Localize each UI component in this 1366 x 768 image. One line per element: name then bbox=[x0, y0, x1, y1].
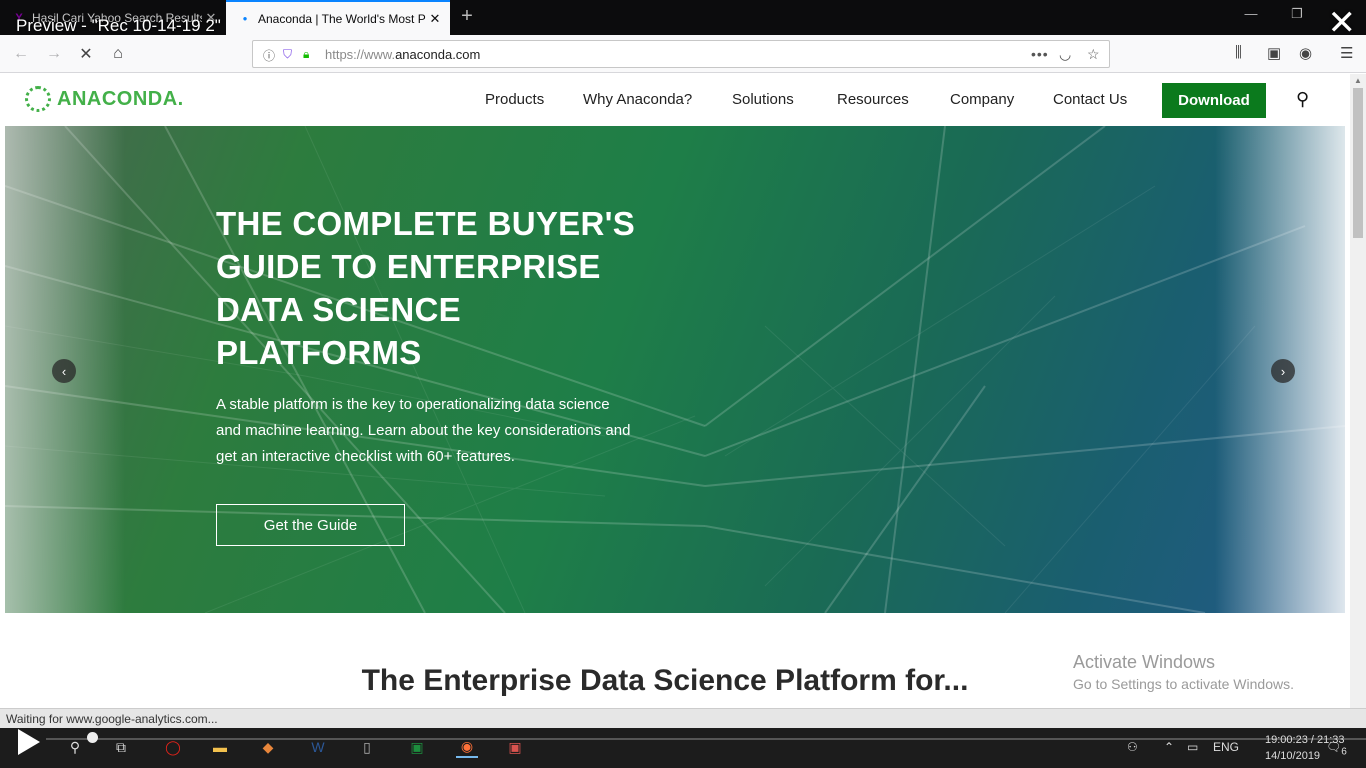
tab-label: Anaconda | The World's Most Popular bbox=[258, 11, 426, 26]
tab-anaconda[interactable]: ● Anaconda | The World's Most Popular ✕ bbox=[226, 0, 450, 35]
scroll-up-icon[interactable]: ▲ bbox=[1350, 76, 1366, 85]
camtasia-icon[interactable]: ▣ bbox=[406, 736, 428, 758]
clock-time: 19: bbox=[1265, 734, 1281, 746]
site-header: ANACONDA. Products Why Anaconda? Solutio… bbox=[0, 74, 1350, 126]
firefox-icon[interactable]: ◉ bbox=[456, 736, 478, 758]
menu-solutions[interactable]: Solutions bbox=[732, 91, 794, 108]
stop-icon[interactable]: ✕ bbox=[75, 43, 97, 65]
home-icon[interactable]: ⌂ bbox=[107, 43, 129, 65]
watermark-line: Activate Windows bbox=[1073, 652, 1216, 672]
watermark-line: Go to Settings to activate Windows. bbox=[1073, 676, 1294, 692]
web-page: ANACONDA. Products Why Anaconda? Solutio… bbox=[0, 74, 1350, 708]
network-icon[interactable]: ▭ bbox=[1187, 740, 1198, 754]
lock-icon[interactable]: 🔒︎ bbox=[303, 47, 309, 62]
paint-icon[interactable]: ◆ bbox=[257, 736, 279, 758]
hero-title-line: DATA SCIENCE bbox=[216, 291, 461, 328]
anaconda-logo[interactable]: ANACONDA. bbox=[25, 86, 184, 112]
task-view-icon[interactable]: ⧉ bbox=[110, 736, 132, 758]
play-icon[interactable] bbox=[18, 729, 40, 755]
carousel-prev-icon[interactable]: ‹ bbox=[52, 359, 76, 383]
bookmark-star-icon[interactable]: ☆ bbox=[1087, 46, 1100, 63]
menu-contact-us[interactable]: Contact Us bbox=[1053, 91, 1127, 108]
hero-title: THE COMPLETE BUYER'S GUIDE TO ENTERPRISE… bbox=[216, 202, 676, 374]
minimize-button[interactable]: — bbox=[1236, 6, 1266, 21]
menu-why-anaconda[interactable]: Why Anaconda? bbox=[583, 91, 692, 108]
notification-icon[interactable]: 🗨︎6 bbox=[1326, 740, 1347, 757]
tracking-shield-icon[interactable]: ⛉ bbox=[283, 47, 292, 62]
new-tab-button[interactable]: + bbox=[456, 6, 478, 28]
hero-body-line: get an interactive checklist with 60+ fe… bbox=[216, 448, 515, 465]
document-icon[interactable]: ▯ bbox=[356, 736, 378, 758]
hero-title-line: PLATFORMS bbox=[216, 334, 422, 371]
search-icon[interactable]: ⚲ bbox=[64, 736, 86, 758]
menu-products[interactable]: Products bbox=[485, 91, 544, 108]
hamburger-menu-icon[interactable]: ☰ bbox=[1340, 44, 1353, 62]
anaconda-ring-icon bbox=[25, 86, 51, 112]
carousel-next-icon[interactable]: › bbox=[1271, 359, 1295, 383]
logo-text: ANACONDA. bbox=[57, 87, 184, 110]
library-icon[interactable]: ⫼ bbox=[1235, 44, 1242, 61]
hero-title-line: GUIDE TO ENTERPRISE bbox=[216, 248, 601, 285]
loading-favicon-icon: ● bbox=[242, 14, 248, 23]
restore-button[interactable]: ❐ bbox=[1282, 6, 1312, 22]
hero-title-line: THE COMPLETE BUYER'S bbox=[216, 205, 636, 242]
search-icon[interactable]: ⚲ bbox=[1296, 89, 1309, 110]
recorder-icon[interactable]: ▣ bbox=[504, 736, 526, 758]
url-text[interactable]: https://www.anaconda.com bbox=[325, 47, 480, 62]
hero-carousel: THE COMPLETE BUYER'S GUIDE TO ENTERPRISE… bbox=[5, 126, 1345, 613]
opera-icon[interactable]: ◯ bbox=[162, 736, 184, 758]
menu-resources[interactable]: Resources bbox=[837, 91, 909, 108]
preview-title: Preview - "Rec 10-14-19 2" bbox=[16, 16, 221, 35]
close-tab-icon[interactable]: ✕ bbox=[426, 11, 444, 27]
browser-toolbar: ← → ✕ ⌂ ⓘ ⛉ 🔒︎ https://www.anaconda.com … bbox=[0, 35, 1366, 73]
screen: Y Hasil Cari Yahoo Search Results ✕ ● An… bbox=[0, 0, 1366, 768]
hero-description: A stable platform is the key to operatio… bbox=[216, 392, 666, 470]
people-icon[interactable]: ⚇ bbox=[1127, 740, 1138, 754]
pocket-icon[interactable]: ◡ bbox=[1059, 46, 1071, 63]
word-icon[interactable]: W bbox=[307, 736, 329, 758]
taskbar: ⚲ ⧉ ◯ ▬ ◆ W ▯ ▣ ◉ ▣ ⚇ ⌃ ▭ ENG 19:00:23 /… bbox=[0, 728, 1366, 768]
hero-body-line: A stable platform is the key to operatio… bbox=[216, 396, 610, 413]
menu-company[interactable]: Company bbox=[950, 91, 1014, 108]
status-text: Waiting for www.google-analytics.com... bbox=[6, 712, 218, 726]
sidebar-icon[interactable]: ▣ bbox=[1267, 44, 1281, 62]
language-indicator[interactable]: ENG bbox=[1213, 740, 1239, 754]
file-explorer-icon[interactable]: ▬ bbox=[209, 736, 231, 758]
status-bar: Waiting for www.google-analytics.com... bbox=[0, 708, 1366, 728]
download-button[interactable]: Download bbox=[1162, 83, 1266, 118]
info-icon[interactable]: ⓘ bbox=[263, 47, 275, 64]
back-arrow-icon[interactable]: ← bbox=[10, 43, 32, 65]
scroll-thumb[interactable] bbox=[1353, 88, 1363, 238]
seek-handle[interactable] bbox=[87, 732, 98, 743]
forward-arrow-icon[interactable]: → bbox=[43, 43, 65, 65]
tray-expand-icon[interactable]: ⌃ bbox=[1164, 740, 1174, 754]
hero-body-line: and machine learning. Learn about the ke… bbox=[216, 422, 631, 439]
url-bar[interactable]: ⓘ ⛉ 🔒︎ https://www.anaconda.com ••• ◡ ☆ bbox=[252, 40, 1110, 68]
activate-windows-watermark: Activate Windows Go to Settings to activ… bbox=[1073, 652, 1294, 692]
more-actions-icon[interactable]: ••• bbox=[1031, 46, 1049, 62]
account-icon[interactable]: ◉ bbox=[1299, 44, 1312, 62]
get-the-guide-button[interactable]: Get the Guide bbox=[216, 504, 405, 546]
page-scrollbar[interactable]: ▲ bbox=[1350, 74, 1366, 708]
notification-count: 6 bbox=[1341, 746, 1347, 758]
